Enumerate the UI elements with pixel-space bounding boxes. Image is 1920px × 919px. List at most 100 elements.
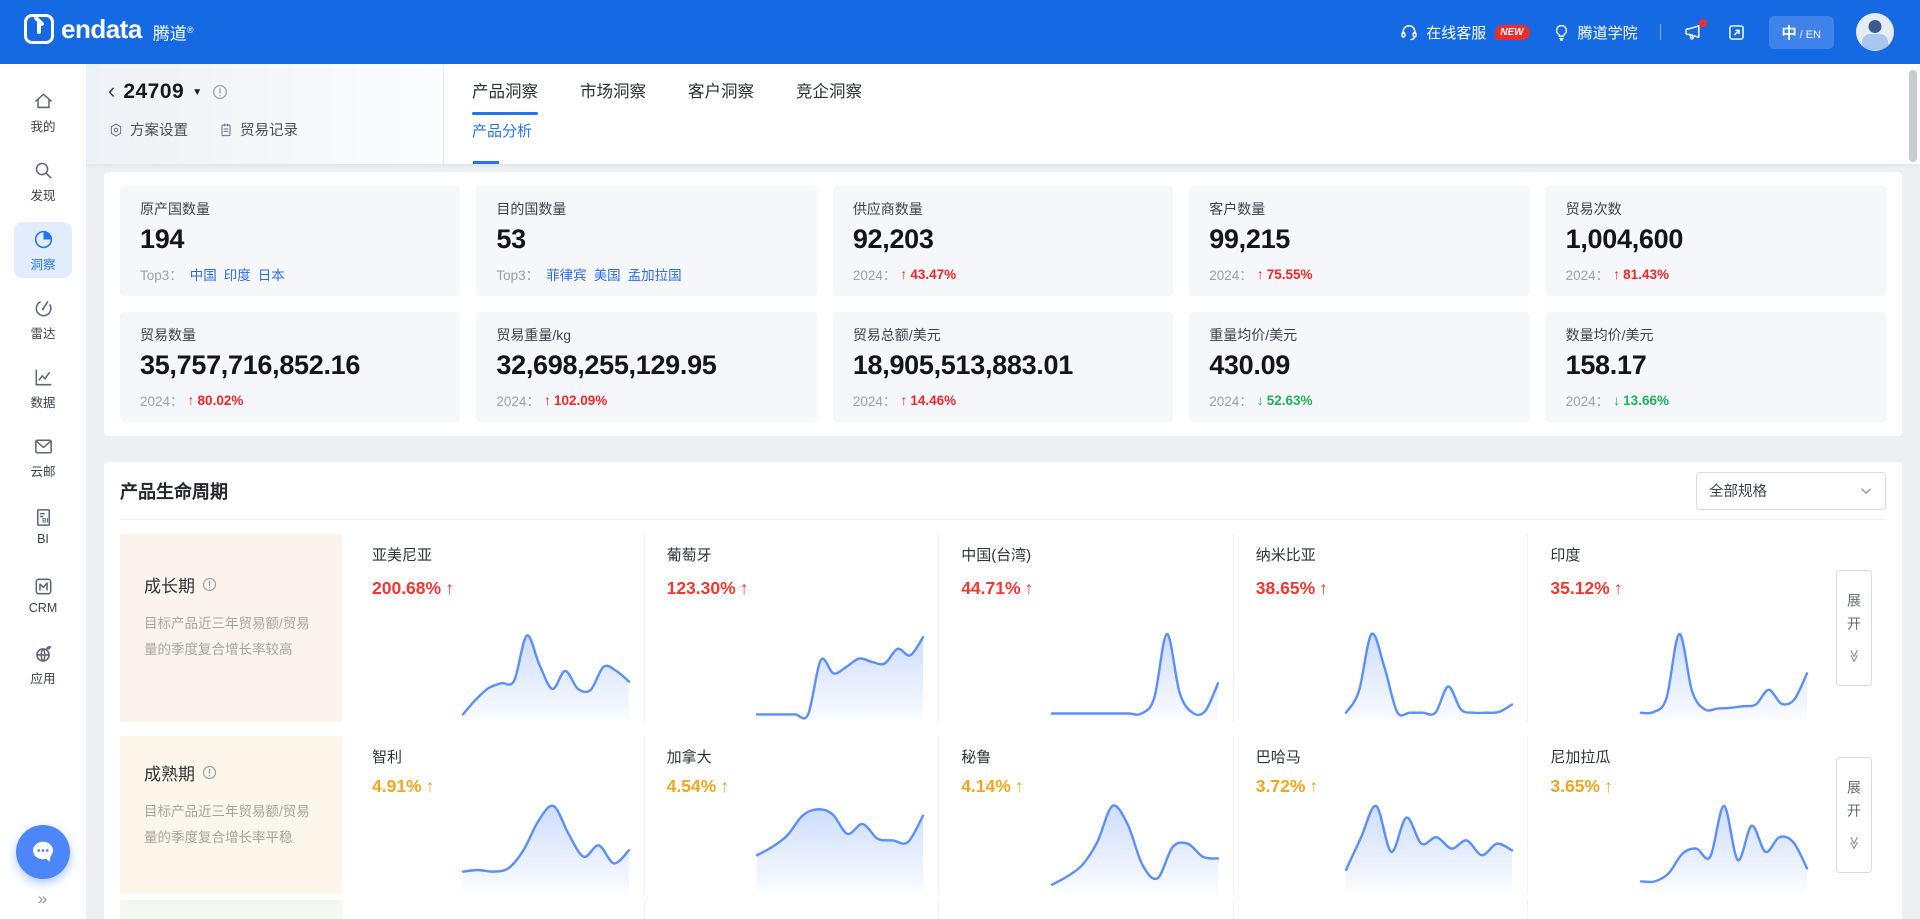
stage-label-block bbox=[120, 900, 342, 919]
back-button[interactable]: ‹ bbox=[108, 81, 115, 101]
growth-percent: 123.30%↑ bbox=[667, 578, 749, 599]
tab-competitor-insight[interactable]: 竞企洞察 bbox=[796, 78, 862, 115]
top3-link[interactable]: 印度 bbox=[224, 268, 251, 283]
sparkline-chart bbox=[754, 800, 926, 892]
growth-percent: 4.54%↑ bbox=[667, 776, 729, 797]
country-name: 亚美尼亚 bbox=[372, 544, 432, 565]
top3-link[interactable]: 美国 bbox=[594, 268, 621, 283]
country-name: 印度 bbox=[1550, 544, 1580, 565]
expand-button[interactable]: 展开 ≫ bbox=[1836, 757, 1872, 873]
tab-customer-insight[interactable]: 客户洞察 bbox=[688, 78, 754, 115]
document-icon bbox=[218, 122, 234, 138]
stat-card-trade-amount: 贸易总额/美元 18,905,513,883.01 2024： ↑14.46% bbox=[833, 312, 1173, 422]
sidebar-item-apps[interactable]: 应用 bbox=[14, 636, 72, 692]
sidebar-item-bi[interactable]: BI BI bbox=[14, 498, 72, 554]
sidebar-item-cloudmail[interactable]: 云邮 bbox=[14, 429, 72, 485]
sidebar-item-my[interactable]: 我的 bbox=[14, 84, 72, 140]
sidebar-item-insight[interactable]: 洞察 bbox=[14, 222, 72, 278]
user-avatar[interactable] bbox=[1856, 13, 1894, 51]
stage-info-icon[interactable] bbox=[202, 577, 217, 592]
logo-zh-text: 腾道 bbox=[153, 24, 187, 43]
tendata-logo[interactable]: endata 腾道® bbox=[24, 12, 193, 53]
up-arrow-icon: ↑ bbox=[1614, 578, 1623, 599]
sidebar-item-crm[interactable]: CRM bbox=[14, 567, 72, 623]
up-arrow-icon: ↑ bbox=[1309, 776, 1318, 797]
growth-percent: 3.65%↑ bbox=[1550, 776, 1612, 797]
sparkline-chart bbox=[1049, 800, 1221, 892]
stat-meta-label: 2024： bbox=[1209, 390, 1253, 410]
announcement-button[interactable] bbox=[1683, 22, 1704, 43]
plan-dropdown-caret[interactable]: ▼ bbox=[192, 87, 202, 98]
lifecycle-country-card[interactable]: 尼加拉瓜 3.65%↑ bbox=[1527, 736, 1822, 894]
spec-filter-value: 全部规格 bbox=[1709, 480, 1767, 501]
sidebar-item-label: 洞察 bbox=[30, 254, 55, 273]
scheme-settings-label: 方案设置 bbox=[130, 119, 188, 140]
double-chevron-down-icon: ≫ bbox=[1846, 836, 1862, 850]
stage-description: 目标产品近三年贸易额/贸易量的季度复合增长率较高 bbox=[144, 611, 322, 664]
lifecycle-country-card[interactable]: 秘鲁 4.14%↑ bbox=[938, 736, 1233, 894]
delta-badge: ↑75.55% bbox=[1257, 266, 1313, 282]
trade-records-button[interactable]: 贸易记录 bbox=[218, 119, 298, 140]
tab-market-insight[interactable]: 市场洞察 bbox=[580, 78, 646, 115]
new-badge: NEW bbox=[1495, 25, 1529, 40]
top3-link[interactable]: 菲律宾 bbox=[546, 268, 587, 283]
lifecycle-country-card[interactable]: 葡萄牙 123.30%↑ bbox=[644, 534, 939, 722]
delta-badge: ↑81.43% bbox=[1613, 266, 1669, 282]
top3-link[interactable]: 孟加拉国 bbox=[628, 268, 682, 283]
registered-mark: ® bbox=[187, 25, 194, 35]
up-arrow-icon: ↑ bbox=[740, 578, 749, 599]
stat-card-avg-price-weight: 重量均价/美元 430.09 2024： ↓52.63% bbox=[1189, 312, 1529, 422]
scrollbar-thumb[interactable] bbox=[1909, 70, 1917, 162]
lifecycle-country-card[interactable]: 亚美尼亚 200.68%↑ bbox=[350, 534, 644, 722]
stage-info-icon[interactable] bbox=[202, 765, 217, 780]
chat-bubble-icon bbox=[28, 837, 58, 867]
page-content: 原产国数量 194 Top3： 中国印度日本 目的国数量 53 Top3： 菲律… bbox=[86, 164, 1920, 919]
chat-support-fab[interactable] bbox=[16, 825, 70, 879]
plan-info-icon[interactable] bbox=[212, 84, 228, 100]
growth-percent: 200.68%↑ bbox=[372, 578, 454, 599]
stat-card-trade-weight: 贸易重量/kg 32,698,255,129.95 2024： ↑102.09% bbox=[476, 312, 816, 422]
trade-records-label: 贸易记录 bbox=[240, 119, 298, 140]
sidebar-collapse-button[interactable]: » bbox=[38, 889, 48, 909]
academy-button[interactable]: 腾道学院 bbox=[1552, 22, 1638, 43]
sidebar-item-label: 应用 bbox=[30, 668, 55, 687]
stat-label: 贸易次数 bbox=[1566, 199, 1866, 219]
tendata-logo-icon bbox=[24, 14, 54, 44]
sidebar-item-label: 我的 bbox=[30, 116, 55, 135]
top3-link[interactable]: 日本 bbox=[258, 268, 285, 283]
stat-meta-label: Top3： bbox=[140, 264, 183, 284]
country-name: 秘鲁 bbox=[961, 746, 991, 767]
stat-meta-label: 2024： bbox=[140, 390, 184, 410]
stat-value: 53 bbox=[496, 224, 796, 255]
lifecycle-country-card[interactable]: 纳米比亚 38.65%↑ bbox=[1233, 534, 1528, 722]
online-service-label: 在线客服 bbox=[1426, 22, 1486, 43]
lifecycle-country-card[interactable]: 智利 4.91%↑ bbox=[350, 736, 644, 894]
lifecycle-country-card[interactable]: 印度 35.12%↑ bbox=[1527, 534, 1822, 722]
tab-product-insight[interactable]: 产品洞察 bbox=[472, 78, 538, 115]
online-service-button[interactable]: 在线客服 NEW bbox=[1399, 22, 1529, 43]
lifecycle-country-card[interactable]: 加拿大 4.54%↑ bbox=[644, 736, 939, 894]
top3-link[interactable]: 中国 bbox=[190, 268, 217, 283]
language-switch[interactable]: 中 / EN bbox=[1769, 16, 1834, 49]
lifecycle-country-card[interactable]: 巴哈马 3.72%↑ bbox=[1233, 736, 1528, 894]
country-name: 葡萄牙 bbox=[667, 544, 712, 565]
sidebar-item-discover[interactable]: 发现 bbox=[14, 153, 72, 209]
top-navbar: endata 腾道® 在线客服 NEW 腾道学院 bbox=[0, 0, 1920, 64]
double-chevron-down-icon: ≫ bbox=[1846, 649, 1862, 663]
subtab-product-analysis[interactable]: 产品分析 bbox=[472, 120, 532, 164]
scheme-settings-button[interactable]: 方案设置 bbox=[108, 119, 188, 140]
spec-filter-select[interactable]: 全部规格 bbox=[1696, 472, 1886, 510]
stage-description: 目标产品近三年贸易额/贸易量的季度复合增长率平稳 bbox=[144, 799, 322, 852]
fullscreen-button[interactable] bbox=[1726, 22, 1747, 43]
sidebar-item-label: 数据 bbox=[30, 392, 55, 411]
stat-card-origin-countries: 原产国数量 194 Top3： 中国印度日本 bbox=[120, 186, 460, 296]
sidebar-item-radar[interactable]: 雷达 bbox=[14, 291, 72, 347]
stat-value: 194 bbox=[140, 224, 440, 255]
lifecycle-country-card[interactable]: 中国(台湾) 44.71%↑ bbox=[938, 534, 1233, 722]
up-arrow-icon: ↑ bbox=[900, 266, 907, 282]
expand-label: 展开 bbox=[1847, 593, 1861, 639]
expand-button[interactable]: 展开 ≫ bbox=[1836, 570, 1872, 686]
growth-percent: 4.91%↑ bbox=[372, 776, 434, 797]
sidebar-item-data[interactable]: 数据 bbox=[14, 360, 72, 416]
stat-label: 客户数量 bbox=[1209, 199, 1509, 219]
